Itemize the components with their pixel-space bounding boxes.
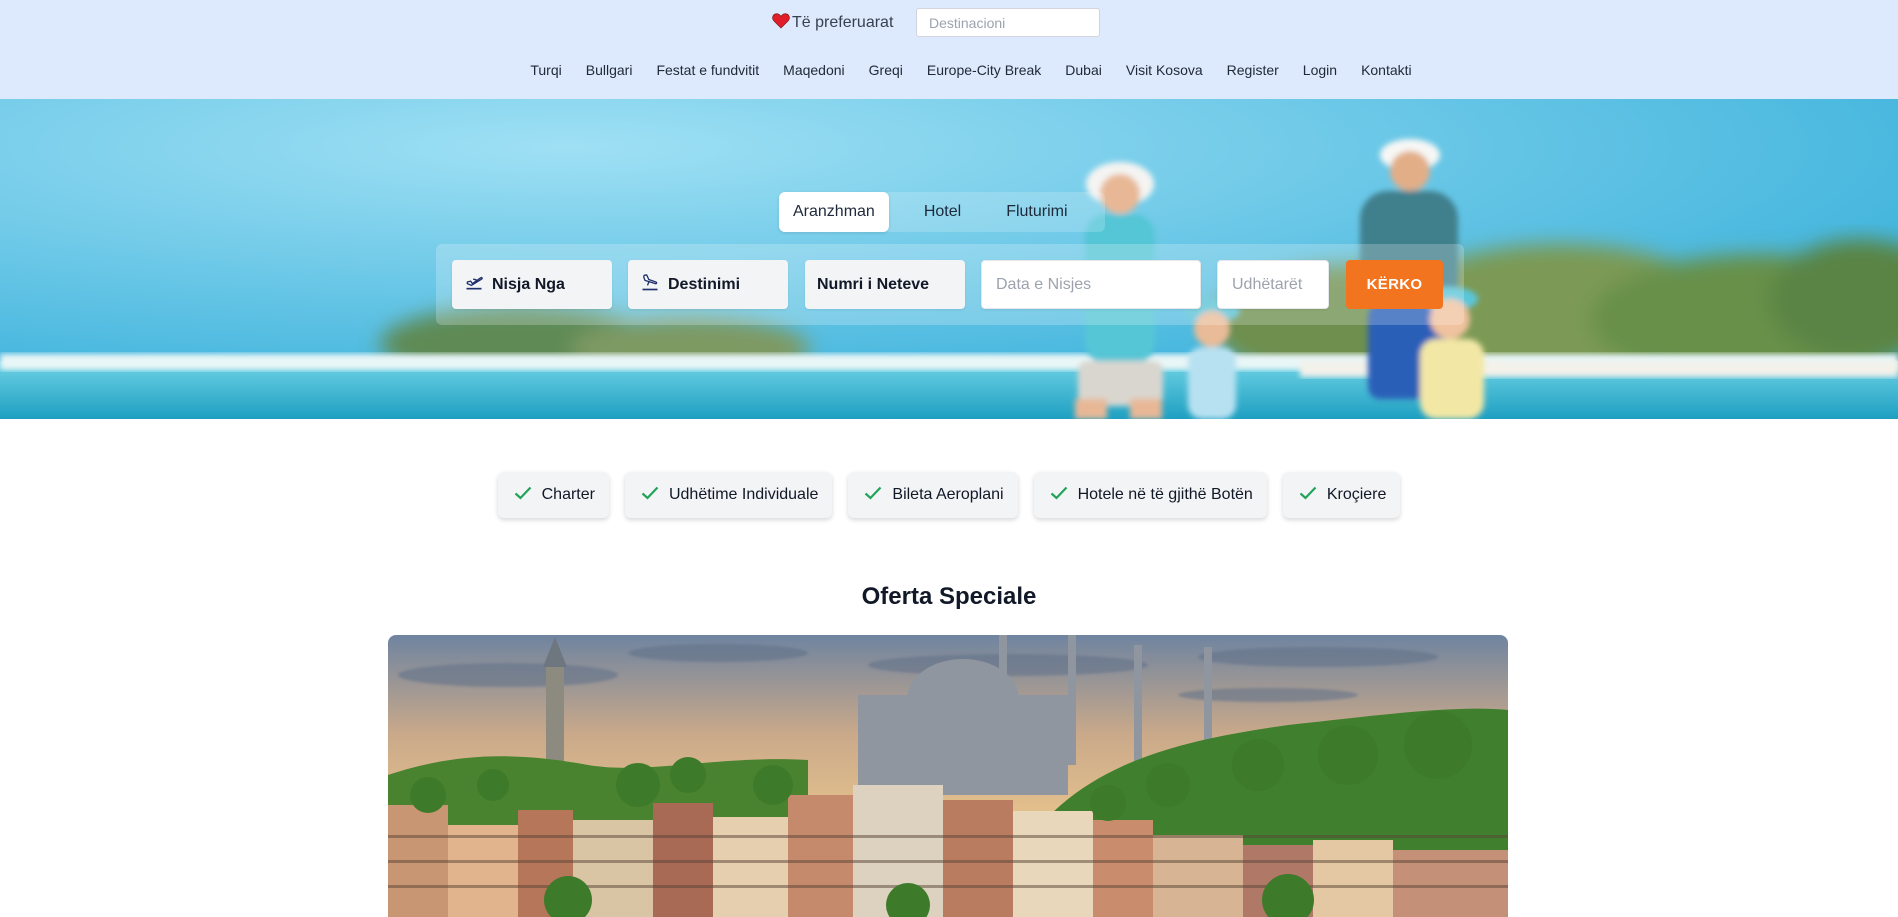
plane-arrival-icon: [640, 272, 660, 297]
feature-label: Charter: [541, 486, 595, 503]
features-list: Charter Udhëtime Individuale Bileta Aero…: [0, 472, 1898, 518]
main-nav: Turqi Bullgari Festat e fundvitit Maqedo…: [0, 62, 1898, 78]
favorites-label: Të preferuarat: [792, 14, 894, 31]
feature-label: Hotele në të gjithë Botën: [1077, 486, 1253, 503]
check-icon: [641, 486, 659, 505]
special-offers-title: Oferta Speciale: [861, 583, 1037, 610]
feature-label: Udhëtime Individuale: [668, 486, 819, 503]
nights-label: Numri i Neteve: [817, 275, 930, 293]
destination-select[interactable]: Destinimi: [628, 260, 788, 309]
tab-aranzhman[interactable]: Aranzhman: [779, 192, 889, 232]
nav-turqi[interactable]: Turqi: [530, 62, 561, 78]
departure-date-field[interactable]: [981, 260, 1201, 309]
nights-select[interactable]: Numri i Neteve: [805, 260, 965, 309]
search-button[interactable]: KËRKO: [1346, 260, 1443, 309]
favorites-link[interactable]: Të preferuarat: [772, 12, 893, 34]
departure-select[interactable]: Nisja Nga: [452, 260, 612, 309]
nav-maqedoni[interactable]: Maqedoni: [783, 62, 845, 78]
check-icon: [1299, 486, 1317, 505]
nav-dubai[interactable]: Dubai: [1065, 62, 1102, 78]
feature-cruises: Kroçiere: [1282, 472, 1401, 518]
feature-charter: Charter: [497, 472, 609, 518]
travelers-field[interactable]: [1217, 260, 1329, 309]
site-header: Të preferuarat Turqi Bullgari Festat e f…: [0, 0, 1898, 99]
nav-festat-e-fundvitit[interactable]: Festat e fundvitit: [656, 62, 759, 78]
hero-banner: Aranzhman Hotel Fluturimi Nisja Nga Dest…: [0, 99, 1898, 419]
destination-search-input[interactable]: [916, 8, 1100, 37]
check-icon: [864, 486, 882, 505]
tab-hotel[interactable]: Hotel: [910, 192, 975, 232]
travelers-input[interactable]: [1230, 274, 1316, 295]
feature-individual-travel: Udhëtime Individuale: [624, 472, 833, 518]
nav-login[interactable]: Login: [1303, 62, 1337, 78]
search-tabs: Aranzhman Hotel Fluturimi: [779, 192, 1105, 232]
departure-date-input[interactable]: [994, 274, 1188, 295]
nav-visit-kosova[interactable]: Visit Kosova: [1126, 62, 1203, 78]
feature-hotels-worldwide: Hotele në të gjithë Botën: [1033, 472, 1267, 518]
nav-kontakti[interactable]: Kontakti: [1361, 62, 1412, 78]
check-icon: [1050, 486, 1068, 505]
nav-greqi[interactable]: Greqi: [869, 62, 903, 78]
nav-register[interactable]: Register: [1227, 62, 1279, 78]
check-icon: [514, 486, 532, 505]
feature-label: Kroçiere: [1326, 486, 1387, 503]
heart-icon: [772, 12, 790, 34]
destination-label: Destinimi: [668, 275, 741, 293]
feature-label: Bileta Aeroplani: [892, 486, 1004, 503]
offer-image-istanbul: [388, 635, 1508, 917]
departure-label: Nisja Nga: [492, 275, 565, 293]
nav-bullgari[interactable]: Bullgari: [586, 62, 633, 78]
special-offer-card[interactable]: [388, 635, 1508, 917]
feature-plane-tickets: Bileta Aeroplani: [848, 472, 1018, 518]
plane-departure-icon: [464, 272, 484, 297]
nav-europe-city-break[interactable]: Europe-City Break: [927, 62, 1041, 78]
tab-fluturimi[interactable]: Fluturimi: [992, 192, 1081, 232]
search-panel: Nisja Nga Destinimi Numri i Neteve KËRKO: [436, 244, 1464, 325]
